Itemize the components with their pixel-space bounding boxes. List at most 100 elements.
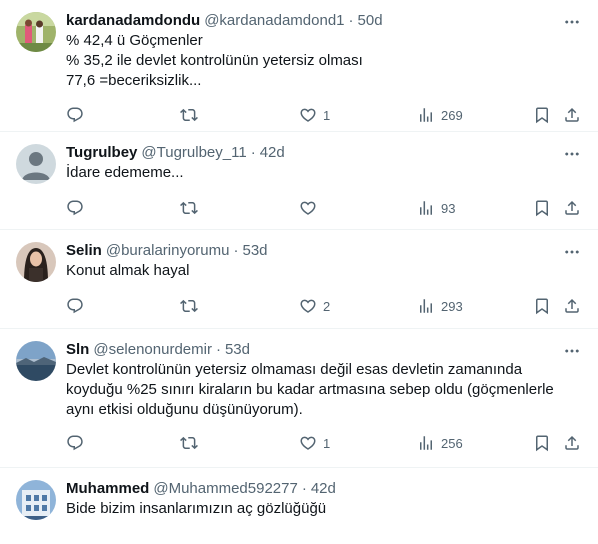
reply-button[interactable] (66, 423, 84, 463)
user-handle[interactable]: @selenonurdemir (93, 340, 212, 360)
retweet-button[interactable] (180, 423, 198, 463)
like-button[interactable] (299, 188, 323, 228)
bookmark-icon (536, 200, 548, 217)
analytics-icon (420, 299, 432, 313)
heart-icon (300, 436, 316, 450)
heart-icon (300, 108, 316, 122)
bookmark-icon (536, 107, 548, 124)
tweet-text: Konut almak hayal (66, 262, 190, 279)
retweet-button[interactable] (180, 188, 198, 228)
tweet[interactable]: Muhammed @Muhammed592277 · 42d Bide bizi… (0, 468, 598, 544)
user-handle[interactable]: @Tugrulbey_11 (141, 143, 246, 163)
views-button[interactable]: 269 (417, 95, 463, 135)
avatar[interactable] (16, 144, 56, 184)
like-count: 1 (323, 107, 331, 123)
reply-button[interactable] (66, 286, 84, 326)
share-button[interactable] (563, 188, 581, 228)
more-icon (565, 152, 579, 156)
tweet[interactable]: Selin @buralarinyorumu · 53d Konut almak… (0, 230, 598, 329)
reply-button[interactable] (66, 188, 84, 228)
like-button[interactable]: 2 (299, 286, 330, 326)
share-button[interactable] (563, 423, 581, 463)
action-bar: 93 (66, 188, 582, 228)
reply-button[interactable] (66, 95, 84, 135)
display-name[interactable]: Selin (66, 241, 102, 261)
bookmark-button[interactable] (533, 188, 551, 228)
timestamp[interactable]: 53d (225, 340, 250, 360)
action-bar: 1 256 (66, 423, 582, 463)
views-button[interactable]: 256 (417, 423, 463, 463)
timestamp[interactable]: 50d (358, 11, 383, 31)
reply-icon (67, 200, 83, 216)
views-button[interactable]: 93 (417, 188, 455, 228)
tweet[interactable]: Tugrulbey @Tugrulbey_11 · 42d İdare edem… (0, 132, 598, 230)
separator-dot: · (215, 341, 221, 358)
reply-icon (67, 298, 83, 314)
display-name[interactable]: Muhammed (66, 479, 149, 499)
retweet-button[interactable] (180, 95, 198, 135)
reply-icon (67, 107, 83, 123)
timestamp[interactable]: 42d (260, 143, 285, 163)
separator-dot: · (233, 242, 239, 259)
like-button[interactable]: 1 (299, 95, 330, 135)
share-button[interactable] (563, 286, 581, 326)
view-count: 293 (441, 298, 463, 314)
bookmark-button[interactable] (533, 423, 551, 463)
user-handle[interactable]: @kardanadamdond1 (204, 11, 344, 31)
timestamp[interactable]: 42d (311, 479, 336, 499)
tweet-text: Bide bizim insanlarımızın aç gözlüğüğü (66, 500, 327, 517)
display-name[interactable]: kardanadamdondu (66, 11, 200, 31)
like-count: 1 (323, 435, 331, 451)
more-button[interactable] (560, 240, 584, 264)
tweet[interactable]: kardanadamdondu @kardanadamdond1 · 50d %… (0, 0, 598, 132)
tweet-text: % 42,4 ü Göçmenler % 35,2 ile devlet kon… (66, 32, 363, 89)
reply-icon (67, 435, 83, 451)
separator-dot: · (250, 144, 256, 161)
separator-dot: · (348, 12, 354, 29)
tweet-text: Devlet kontrolünün yetersiz olmaması değ… (66, 361, 558, 418)
bookmark-icon (536, 435, 548, 452)
heart-icon (300, 299, 316, 313)
display-name[interactable]: Tugrulbey (66, 143, 137, 163)
more-button[interactable] (560, 10, 584, 34)
avatar[interactable] (16, 480, 56, 520)
view-count: 256 (441, 435, 463, 451)
tweet[interactable]: Sln @selenonurdemir · 53d Devlet kontrol… (0, 329, 598, 468)
view-count: 269 (441, 107, 463, 123)
share-button[interactable] (563, 95, 581, 135)
avatar[interactable] (16, 341, 56, 381)
share-icon (565, 298, 579, 313)
retweet-icon (180, 436, 198, 450)
display-name[interactable]: Sln (66, 340, 89, 360)
more-icon (565, 20, 579, 24)
user-handle[interactable]: @Muhammed592277 (153, 479, 297, 499)
action-bar: 1 269 (66, 95, 582, 135)
more-icon (565, 250, 579, 254)
avatar[interactable] (16, 12, 56, 52)
heart-icon (300, 201, 316, 215)
analytics-icon (420, 201, 432, 215)
views-button[interactable]: 293 (417, 286, 463, 326)
analytics-icon (420, 108, 432, 122)
separator-dot: · (301, 480, 307, 497)
avatar[interactable] (16, 242, 56, 282)
tweet-text: İdare edememe... (66, 164, 184, 181)
retweet-button[interactable] (180, 286, 198, 326)
share-icon (565, 107, 579, 122)
retweet-icon (180, 299, 198, 313)
bookmark-icon (536, 298, 548, 315)
share-icon (565, 200, 579, 215)
like-button[interactable]: 1 (299, 423, 330, 463)
like-count: 2 (323, 298, 331, 314)
more-button[interactable] (560, 142, 584, 166)
bookmark-button[interactable] (533, 286, 551, 326)
action-bar: 2 293 (66, 286, 582, 326)
retweet-icon (180, 201, 198, 215)
timestamp[interactable]: 53d (242, 241, 267, 261)
view-count: 93 (441, 200, 456, 216)
bookmark-button[interactable] (533, 95, 551, 135)
reply-feed: kardanadamdondu @kardanadamdond1 · 50d %… (0, 0, 598, 544)
analytics-icon (420, 436, 432, 450)
user-handle[interactable]: @buralarinyorumu (106, 241, 230, 261)
more-button[interactable] (560, 339, 584, 363)
